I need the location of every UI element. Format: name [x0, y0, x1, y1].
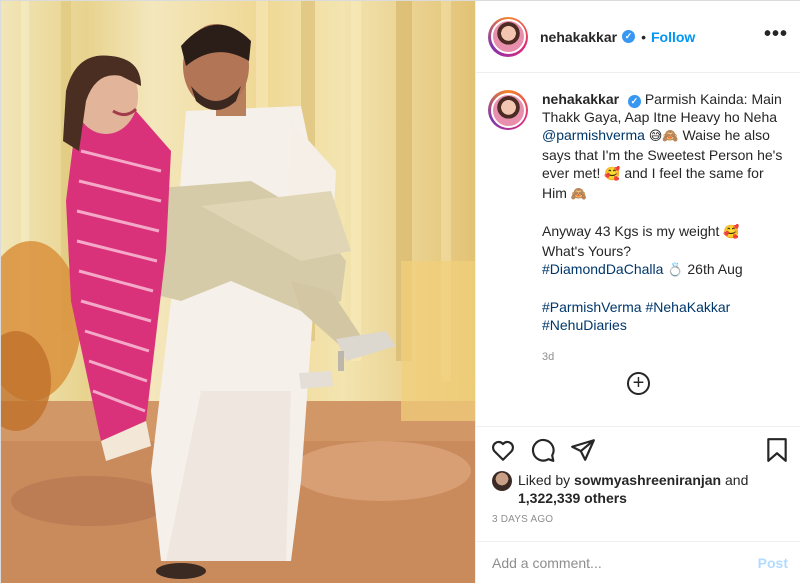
caption-line: Anyway 43 Kgs is my weight: [542, 223, 720, 239]
hashtag-link[interactable]: #NehaKakkar: [645, 299, 730, 315]
follow-button[interactable]: Follow: [651, 29, 695, 45]
hashtag-link[interactable]: #ParmishVerma: [542, 299, 642, 315]
avatar-image: [490, 92, 526, 128]
verified-badge-icon: ✓: [627, 95, 641, 108]
likes-summary: Liked by sowmyashreeniranjan and 1,322,3…: [492, 471, 792, 507]
caption-paragraph-3: #ParmishVerma #NehaKakkar #NehuDiaries: [542, 298, 786, 334]
post-comment-button[interactable]: Post: [758, 555, 788, 571]
header-separator: •: [641, 28, 646, 45]
hashtag-link[interactable]: #NehuDiaries: [542, 317, 627, 333]
action-bar: [476, 426, 800, 471]
post-photo[interactable]: [1, 1, 475, 583]
post-header: nehakakkar ✓ • Follow •••: [476, 1, 800, 73]
likes-and: and: [725, 472, 749, 488]
caption-row: nehakakkar ✓ Parmish Kainda: Main Thakk …: [488, 90, 786, 366]
caption-emoji: 🥰: [723, 225, 740, 240]
instagram-post: nehakakkar ✓ • Follow ••• nehakakkar ✓ P…: [0, 0, 800, 583]
hashtag-link[interactable]: #DiamondDaChalla: [542, 261, 663, 277]
comment-input[interactable]: [492, 555, 758, 571]
likes-prefix: Liked by: [518, 472, 571, 488]
author-avatar[interactable]: [488, 16, 528, 57]
heart-icon[interactable]: [490, 437, 516, 463]
author-username[interactable]: nehakakkar: [540, 29, 617, 45]
mention-link[interactable]: @parmishverma: [542, 127, 645, 143]
caption-emoji: 🙈: [570, 187, 587, 202]
bookmark-icon[interactable]: [764, 437, 790, 463]
caption-line: 26th Aug: [687, 261, 743, 277]
post-timestamp[interactable]: 3 DAYS AGO: [492, 514, 553, 525]
caption-username[interactable]: nehakakkar: [542, 91, 619, 107]
liker-avatar[interactable]: [492, 471, 512, 491]
caption-age: 3d: [542, 351, 555, 363]
post-details-panel: nehakakkar ✓ • Follow ••• nehakakkar ✓ P…: [475, 1, 800, 583]
more-options-icon[interactable]: •••: [764, 24, 788, 44]
likes-text: Liked by sowmyashreeniranjan and 1,322,3…: [518, 471, 748, 507]
liker-username[interactable]: sowmyashreeniranjan: [574, 472, 721, 488]
comment-bar: Post: [476, 541, 800, 583]
likes-count[interactable]: 1,322,339 others: [518, 490, 627, 506]
caption-paragraph-2: Anyway 43 Kgs is my weight 🥰 What's Your…: [542, 222, 786, 280]
caption-emoji: 💍: [667, 263, 684, 278]
caption-line: What's Yours?: [542, 243, 632, 259]
plus-circle-icon[interactable]: +: [627, 372, 650, 395]
caption-emoji: 😅🙈: [648, 129, 679, 144]
photo-illustration: [1, 1, 475, 583]
comment-icon[interactable]: [530, 437, 556, 463]
share-icon[interactable]: [570, 437, 596, 463]
caption-avatar[interactable]: [488, 90, 528, 130]
caption-emoji: 🥰: [604, 167, 621, 182]
caption-text: nehakakkar ✓ Parmish Kainda: Main Thakk …: [542, 90, 786, 366]
caption-area: nehakakkar ✓ Parmish Kainda: Main Thakk …: [476, 74, 800, 426]
verified-badge-icon: ✓: [622, 30, 636, 43]
caption-paragraph-1: nehakakkar ✓ Parmish Kainda: Main Thakk …: [542, 90, 786, 204]
avatar-image: [490, 19, 526, 54]
